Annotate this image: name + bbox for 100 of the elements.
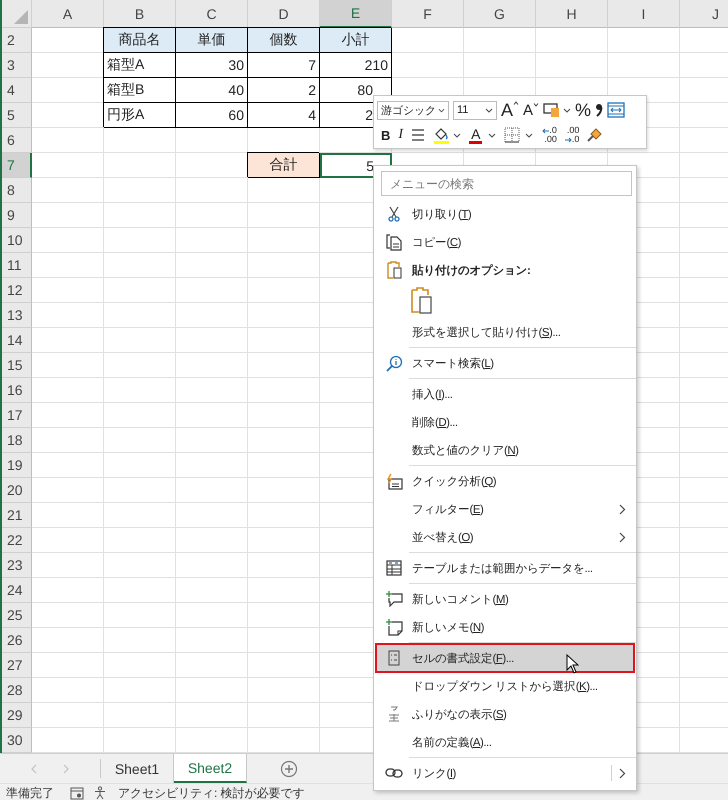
menu-item[interactable]: 新しいメモ(N) bbox=[376, 613, 634, 641]
format-cells-icon bbox=[388, 650, 400, 666]
clipboard-icon[interactable] bbox=[410, 287, 432, 315]
align-icon[interactable] bbox=[411, 129, 426, 141]
row-header[interactable]: 12 bbox=[2, 278, 32, 303]
menu-item[interactable]: 形式を選択して貼り付け(S)... bbox=[376, 318, 634, 346]
column-header[interactable]: D bbox=[248, 0, 320, 28]
menu-item[interactable]: 名前の定義(A)... bbox=[376, 728, 634, 756]
row-header[interactable]: 28 bbox=[2, 678, 32, 703]
column-heading-cell: 単価 bbox=[176, 28, 248, 53]
menu-item[interactable]: コピー(C) bbox=[376, 228, 634, 256]
wrap-text-icon[interactable] bbox=[607, 102, 626, 118]
row-header[interactable]: 4 bbox=[2, 78, 32, 103]
row-header[interactable]: 17 bbox=[2, 403, 32, 428]
table-cell: 2 bbox=[248, 78, 320, 103]
new-note-icon bbox=[386, 618, 402, 636]
menu-item[interactable]: フィルター(E) bbox=[376, 495, 634, 523]
caret-up-icon bbox=[513, 101, 520, 105]
caret-icon bbox=[438, 108, 445, 112]
row-header[interactable]: 18 bbox=[2, 428, 32, 453]
borders-icon[interactable] bbox=[504, 127, 534, 143]
menu-item[interactable]: クイック分析(Q) bbox=[376, 467, 634, 495]
column-header[interactable]: A bbox=[32, 0, 104, 28]
menu-item[interactable]: スマート検索(L) bbox=[376, 349, 634, 377]
mouse-pointer-icon bbox=[566, 654, 579, 674]
italic-button[interactable]: I bbox=[398, 128, 404, 142]
format-painter-icon[interactable] bbox=[587, 127, 604, 143]
row-header[interactable]: 29 bbox=[2, 703, 32, 728]
menu-item[interactable]: 新しいコメント(M) bbox=[376, 585, 634, 613]
arrow-left-icon bbox=[542, 128, 550, 134]
column-header[interactable]: B bbox=[104, 0, 176, 28]
menu-item[interactable]: テーブルまたは範囲からデータを... bbox=[376, 554, 634, 582]
row-header[interactable]: 10 bbox=[2, 228, 32, 253]
caret-icon bbox=[488, 132, 496, 138]
fill-color-icon[interactable] bbox=[433, 126, 462, 144]
menu-item[interactable]: ふりがなの表示(S) bbox=[376, 700, 634, 728]
furigana-icon bbox=[388, 706, 400, 722]
row-header[interactable]: 16 bbox=[2, 378, 32, 403]
column-header[interactable]: H bbox=[536, 0, 608, 28]
row-header[interactable]: 24 bbox=[2, 578, 32, 603]
grow-font-button[interactable]: A bbox=[501, 101, 520, 119]
menu-item[interactable]: セルの書式設定(F)... bbox=[376, 644, 634, 672]
row-header[interactable]: 6 bbox=[2, 128, 32, 153]
link-icon bbox=[385, 767, 403, 779]
comma-style-icon[interactable] bbox=[595, 103, 604, 117]
row-header[interactable]: 8 bbox=[2, 178, 32, 203]
arrow-right-icon bbox=[564, 136, 572, 142]
menu-item[interactable]: 削除(D)... bbox=[376, 408, 634, 436]
table-icon bbox=[386, 560, 402, 576]
table-cell: 60 bbox=[176, 103, 248, 128]
column-header[interactable]: E bbox=[320, 0, 392, 28]
row-header[interactable]: 9 bbox=[2, 203, 32, 228]
column-header[interactable]: G bbox=[464, 0, 536, 28]
row-header[interactable]: 26 bbox=[2, 628, 32, 653]
row-header[interactable]: 3 bbox=[2, 53, 32, 78]
row-header[interactable]: 22 bbox=[2, 528, 32, 553]
menu-item[interactable]: 数式と値のクリア(N) bbox=[376, 436, 634, 464]
row-header[interactable]: 11 bbox=[2, 253, 32, 278]
sheet-tab[interactable]: Sheet2 bbox=[174, 754, 247, 783]
menu-item[interactable]: 挿入(I)... bbox=[376, 380, 634, 408]
increase-decimal-button[interactable]: .0 .00 bbox=[542, 126, 557, 144]
number-format-icon[interactable] bbox=[543, 102, 572, 118]
row-header[interactable]: 21 bbox=[2, 503, 32, 528]
row-header[interactable]: 25 bbox=[2, 603, 32, 628]
row-header[interactable]: 19 bbox=[2, 453, 32, 478]
menu-item[interactable]: ドロップダウン リストから選択(K)... bbox=[376, 672, 634, 700]
row-header[interactable]: 15 bbox=[2, 353, 32, 378]
row-header[interactable]: 7 bbox=[2, 153, 32, 178]
macro-record-icon[interactable] bbox=[70, 786, 84, 800]
menu-item[interactable]: 並べ替え(O) bbox=[376, 523, 634, 551]
column-header[interactable]: J bbox=[680, 0, 728, 28]
column-header[interactable]: F bbox=[392, 0, 464, 28]
font-color-button[interactable]: A bbox=[469, 126, 496, 144]
table-cell: 箱型A bbox=[104, 53, 176, 78]
percent-button[interactable]: % bbox=[575, 101, 592, 119]
row-header[interactable]: 23 bbox=[2, 553, 32, 578]
table-cell: 210 bbox=[320, 53, 392, 78]
accessibility-icon[interactable] bbox=[94, 786, 108, 800]
row-header[interactable]: 20 bbox=[2, 478, 32, 503]
add-sheet-icon[interactable] bbox=[280, 760, 298, 778]
shrink-font-button[interactable]: A bbox=[523, 102, 540, 118]
row-header[interactable]: 5 bbox=[2, 103, 32, 128]
font-name-field[interactable]: 游ゴシック bbox=[377, 100, 449, 120]
row-header[interactable]: 30 bbox=[2, 728, 32, 753]
table-cell: 箱型B bbox=[104, 78, 176, 103]
row-header[interactable]: 2 bbox=[2, 28, 32, 53]
row-header[interactable]: 13 bbox=[2, 303, 32, 328]
menu-item[interactable]: 切り取り(T) bbox=[376, 200, 634, 228]
bold-button[interactable]: B bbox=[381, 128, 390, 142]
font-size-field[interactable]: 11 bbox=[453, 100, 497, 120]
menu-item[interactable]: リンク(I) bbox=[376, 759, 634, 787]
column-header[interactable]: C bbox=[176, 0, 248, 28]
menu-search-field[interactable]: メニューの検索 bbox=[381, 171, 632, 196]
clipboard-icon bbox=[386, 261, 402, 279]
copy-icon bbox=[386, 234, 402, 250]
accessibility-status[interactable]: アクセシビリティ: 検討が必要です bbox=[118, 784, 305, 800]
row-header[interactable]: 14 bbox=[2, 328, 32, 353]
row-header[interactable]: 27 bbox=[2, 653, 32, 678]
column-header[interactable]: I bbox=[608, 0, 680, 28]
decrease-decimal-button[interactable]: .00 .0 bbox=[564, 126, 580, 144]
